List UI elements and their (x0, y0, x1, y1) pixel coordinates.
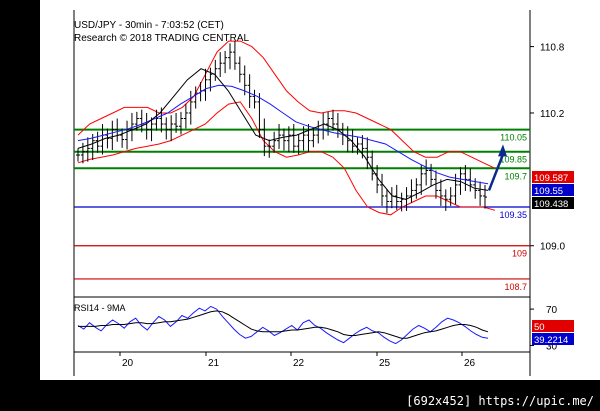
level-label: 109 (512, 249, 527, 259)
chart-canvas: USD/JPY - 30min - 7:03:52 (CET) Research… (40, 0, 600, 380)
price-tick-label: 110.2 (540, 109, 565, 120)
level-label: 109.35 (499, 210, 527, 220)
time-tick-label: 25 (379, 358, 391, 369)
time-tick-label: 21 (208, 358, 220, 369)
rsi-title: RSI14 - 9MA (74, 303, 126, 313)
price-tick-label: 109.0 (540, 242, 565, 253)
time-tick-label: 26 (464, 358, 476, 369)
level-label: 108.7 (504, 282, 527, 292)
chart-window: USD/JPY - 30min - 7:03:52 (CET) Research… (40, 0, 600, 411)
price-tick-label: 110.8 (540, 43, 565, 54)
price-label: 109.55 (534, 186, 563, 197)
chart-background (40, 0, 600, 380)
price-label: 109.438 (534, 199, 568, 210)
rsi-tick-label: 70 (546, 305, 558, 316)
level-label: 110.05 (500, 133, 527, 143)
time-tick-label: 20 (122, 358, 134, 369)
rsi-value-label: 39.2214 (534, 335, 568, 346)
level-label: 109.7 (504, 171, 527, 181)
image-host-watermark: [692x452] https://upic.me/ (400, 391, 600, 411)
research-credit: Research © 2018 TRADING CENTRAL (74, 33, 249, 44)
symbol-title: USD/JPY - 30min - 7:03:52 (CET) (74, 20, 224, 31)
price-label: 109.587 (534, 173, 568, 184)
rsi-value-label: 50 (534, 322, 545, 333)
time-tick-label: 22 (293, 358, 305, 369)
